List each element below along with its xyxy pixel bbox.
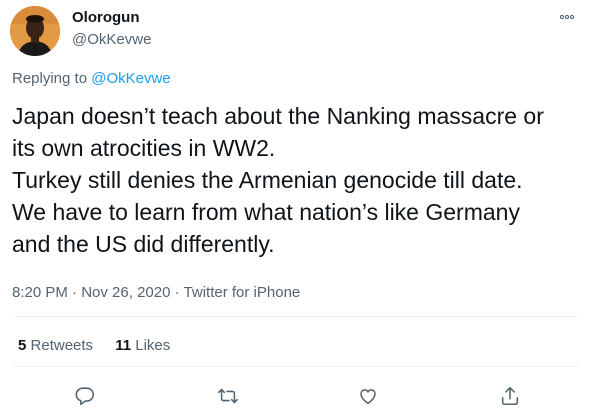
retweet-icon — [218, 388, 238, 404]
tweet-meta: 8:20 PM · Nov 26, 2020 · Twitter for iPh… — [12, 284, 300, 301]
tweet-text-line: and the US did differently. — [12, 231, 275, 257]
reply-icon — [75, 387, 95, 406]
likes-count: 11 — [115, 337, 132, 354]
tweet-actions — [0, 383, 592, 409]
reply-button[interactable] — [72, 383, 98, 409]
tweet-text-line: We have to learn from what nation’s like… — [12, 199, 520, 225]
tweet-text-line: its own atrocities in WW2. — [12, 135, 276, 161]
retweets-stat[interactable]: 5 Retweets — [18, 337, 93, 354]
tweet-text-line: Japan doesn’t teach about the Nanking ma… — [12, 103, 544, 129]
reply-context: Replying to @OkKevwe — [12, 70, 171, 87]
author-display-name[interactable]: Olorogun — [72, 9, 140, 26]
tweet-time[interactable]: 8:20 PM — [12, 284, 68, 301]
likes-stat[interactable]: 11 Likes — [115, 337, 170, 354]
retweets-label: Retweets — [30, 337, 94, 354]
retweets-count: 5 — [18, 337, 27, 354]
retweet-button[interactable] — [215, 383, 241, 409]
tweet-text: Japan doesn’t teach about the Nanking ma… — [12, 100, 587, 260]
tweet-source[interactable]: Twitter for iPhone — [184, 284, 301, 301]
tweet-stats: 5 Retweets 11 Likes — [18, 337, 188, 354]
avatar[interactable] — [10, 6, 60, 56]
like-button[interactable] — [355, 383, 381, 409]
tweet-text-line: Turkey still denies the Armenian genocid… — [12, 167, 523, 193]
share-icon — [501, 386, 519, 406]
divider — [12, 316, 580, 317]
reply-context-prefix: Replying to — [12, 70, 88, 87]
avatar-image — [10, 6, 60, 56]
meta-separator: · — [174, 284, 180, 301]
tweet-date[interactable]: Nov 26, 2020 — [81, 284, 170, 301]
likes-label: Likes — [135, 337, 171, 354]
reply-mention-link[interactable]: @OkKevwe — [91, 70, 170, 87]
share-button[interactable] — [497, 383, 523, 409]
meta-separator: · — [72, 284, 78, 301]
author-handle[interactable]: @OkKevwe — [72, 31, 151, 48]
more-button[interactable] — [554, 4, 580, 30]
divider — [12, 366, 580, 367]
more-horizontal-icon — [559, 14, 575, 20]
tweet-card: Olorogun @OkKevwe Replying to @OkKevwe J… — [0, 0, 592, 417]
heart-icon — [360, 389, 376, 405]
